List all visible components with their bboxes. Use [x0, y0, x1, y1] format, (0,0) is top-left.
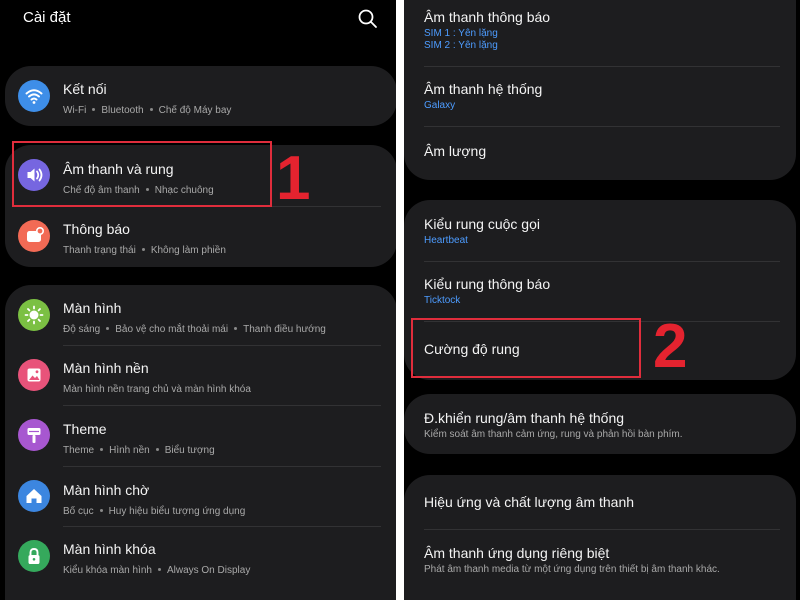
sound-item-title: Kiểu rung thông báo [424, 276, 551, 292]
sound-item-title: Âm thanh ứng dụng riêng biệt [424, 545, 610, 561]
settings-item-title: Màn hình nền [63, 360, 149, 376]
settings-item-subtitle: Thanh trạng thái Không làm phiền [63, 245, 226, 256]
sound-item-title: Âm lượng [424, 143, 487, 159]
settings-item-title: Thông báo [63, 221, 130, 237]
settings-item-theme[interactable]: Theme Theme Hình nền Biểu tượng [5, 405, 396, 466]
settings-item-title: Màn hình [63, 300, 122, 316]
step-number-2: 2 [653, 312, 688, 381]
settings-card-connections: Kết nối Wi-Fi Bluetooth Chế độ Máy bay [5, 66, 396, 126]
sound-item-system-sound[interactable]: Âm thanh hệ thống Galaxy [404, 66, 796, 120]
sound-item-title: Kiểu rung cuộc gọi [424, 216, 540, 232]
settings-item-subtitle: Màn hình nền trang chủ và màn hình khóa [63, 384, 251, 395]
settings-item-subtitle: Wi-Fi Bluetooth Chế độ Máy bay [63, 105, 232, 116]
sound-item-sim1: SIM 1 : Yên lặng [424, 28, 498, 39]
sound-item-value: Galaxy [424, 100, 456, 111]
settings-item-display[interactable]: Màn hình Độ sáng Bảo vệ cho mắt thoải mái… [5, 285, 396, 345]
settings-item-notifications[interactable]: Thông báo Thanh trạng thái Không làm phiề… [5, 206, 396, 267]
sound-item-description: Phát âm thanh media từ một ứng dụng trên… [424, 564, 720, 575]
sound-settings-panel: Âm thanh thông báo SIM 1 : Yên lặng SIM … [404, 0, 800, 600]
sound-item-title: Đ.khiển rung/âm thanh hệ thống [424, 410, 625, 426]
search-button[interactable] [355, 6, 381, 32]
notification-icon [18, 220, 50, 252]
settings-item-title: Màn hình chờ [63, 482, 150, 498]
settings-panel: Cài đặt Kết nối Wi-Fi Bluetooth Chế độ Máy… [0, 0, 396, 600]
sound-item-value: Heartbeat [424, 235, 468, 246]
settings-item-title: Màn hình khóa [63, 541, 156, 557]
home-icon [18, 480, 50, 512]
sound-item-notification-vibration[interactable]: Kiểu rung thông báo Ticktock [404, 261, 796, 321]
sound-item-notification-sound[interactable]: Âm thanh thông báo SIM 1 : Yên lặng SIM … [404, 0, 796, 64]
settings-item-title: Kết nối [63, 81, 107, 97]
settings-item-subtitle: Kiểu khóa màn hình Always On Display [63, 565, 251, 576]
page-title: Cài đặt [23, 9, 71, 26]
sound-item-volume[interactable]: Âm lượng [404, 126, 796, 180]
highlight-box-vibration-intensity [411, 318, 641, 378]
wallpaper-icon [18, 359, 50, 391]
wifi-icon [18, 80, 50, 112]
settings-card-display: Màn hình Độ sáng Bảo vệ cho mắt thoải mái… [5, 285, 396, 600]
settings-item-lock-screen[interactable]: Màn hình khóa Kiểu khóa màn hình Always O… [5, 526, 396, 586]
sound-item-title: Hiệu ứng và chất lượng âm thanh [424, 494, 635, 510]
sound-item-call-vibration[interactable]: Kiểu rung cuộc gọi Heartbeat [404, 200, 796, 260]
settings-item-subtitle: Bố cục Huy hiệu biểu tượng ứng dụng [63, 506, 246, 517]
search-icon [358, 9, 377, 28]
sound-item-description: Kiểm soát âm thanh cảm ứng, rung và phản… [424, 429, 683, 440]
sound-item-system-control[interactable]: Đ.khiển rung/âm thanh hệ thống Kiểm soát… [404, 394, 796, 454]
sound-card-sounds: Âm thanh thông báo SIM 1 : Yên lặng SIM … [404, 0, 796, 180]
settings-item-wallpaper[interactable]: Màn hình nền Màn hình nền trang chủ và m… [5, 345, 396, 405]
sound-card-effects: Hiệu ứng và chất lượng âm thanh Âm thanh… [404, 475, 796, 600]
settings-item-title: Theme [63, 421, 107, 437]
theme-icon [18, 419, 50, 451]
sound-item-title: Âm thanh thông báo [424, 9, 551, 25]
brightness-icon [18, 299, 50, 331]
settings-header: Cài đặt [0, 0, 396, 40]
sound-item-sim2: SIM 2 : Yên lặng [424, 40, 498, 51]
settings-item-subtitle: Độ sáng Bảo vệ cho mắt thoải mái Thanh điề… [63, 324, 326, 335]
step-number-1: 1 [276, 144, 311, 213]
sound-card-system-control: Đ.khiển rung/âm thanh hệ thống Kiểm soát… [404, 394, 796, 454]
sound-item-value: Ticktock [424, 295, 461, 306]
sound-item-separate-app-sound[interactable]: Âm thanh ứng dụng riêng biệt Phát âm tha… [404, 529, 796, 589]
highlight-box-sound [12, 141, 272, 207]
lock-icon [18, 540, 50, 572]
settings-item-connections[interactable]: Kết nối Wi-Fi Bluetooth Chế độ Máy bay [5, 66, 396, 126]
sound-item-effects-quality[interactable]: Hiệu ứng và chất lượng âm thanh [404, 475, 796, 529]
sound-item-title: Âm thanh hệ thống [424, 81, 543, 97]
settings-item-home-screen[interactable]: Màn hình chờ Bố cục Huy hiệu biểu tượng ứ… [5, 466, 396, 526]
settings-item-subtitle: Theme Hình nền Biểu tượng [63, 445, 215, 456]
